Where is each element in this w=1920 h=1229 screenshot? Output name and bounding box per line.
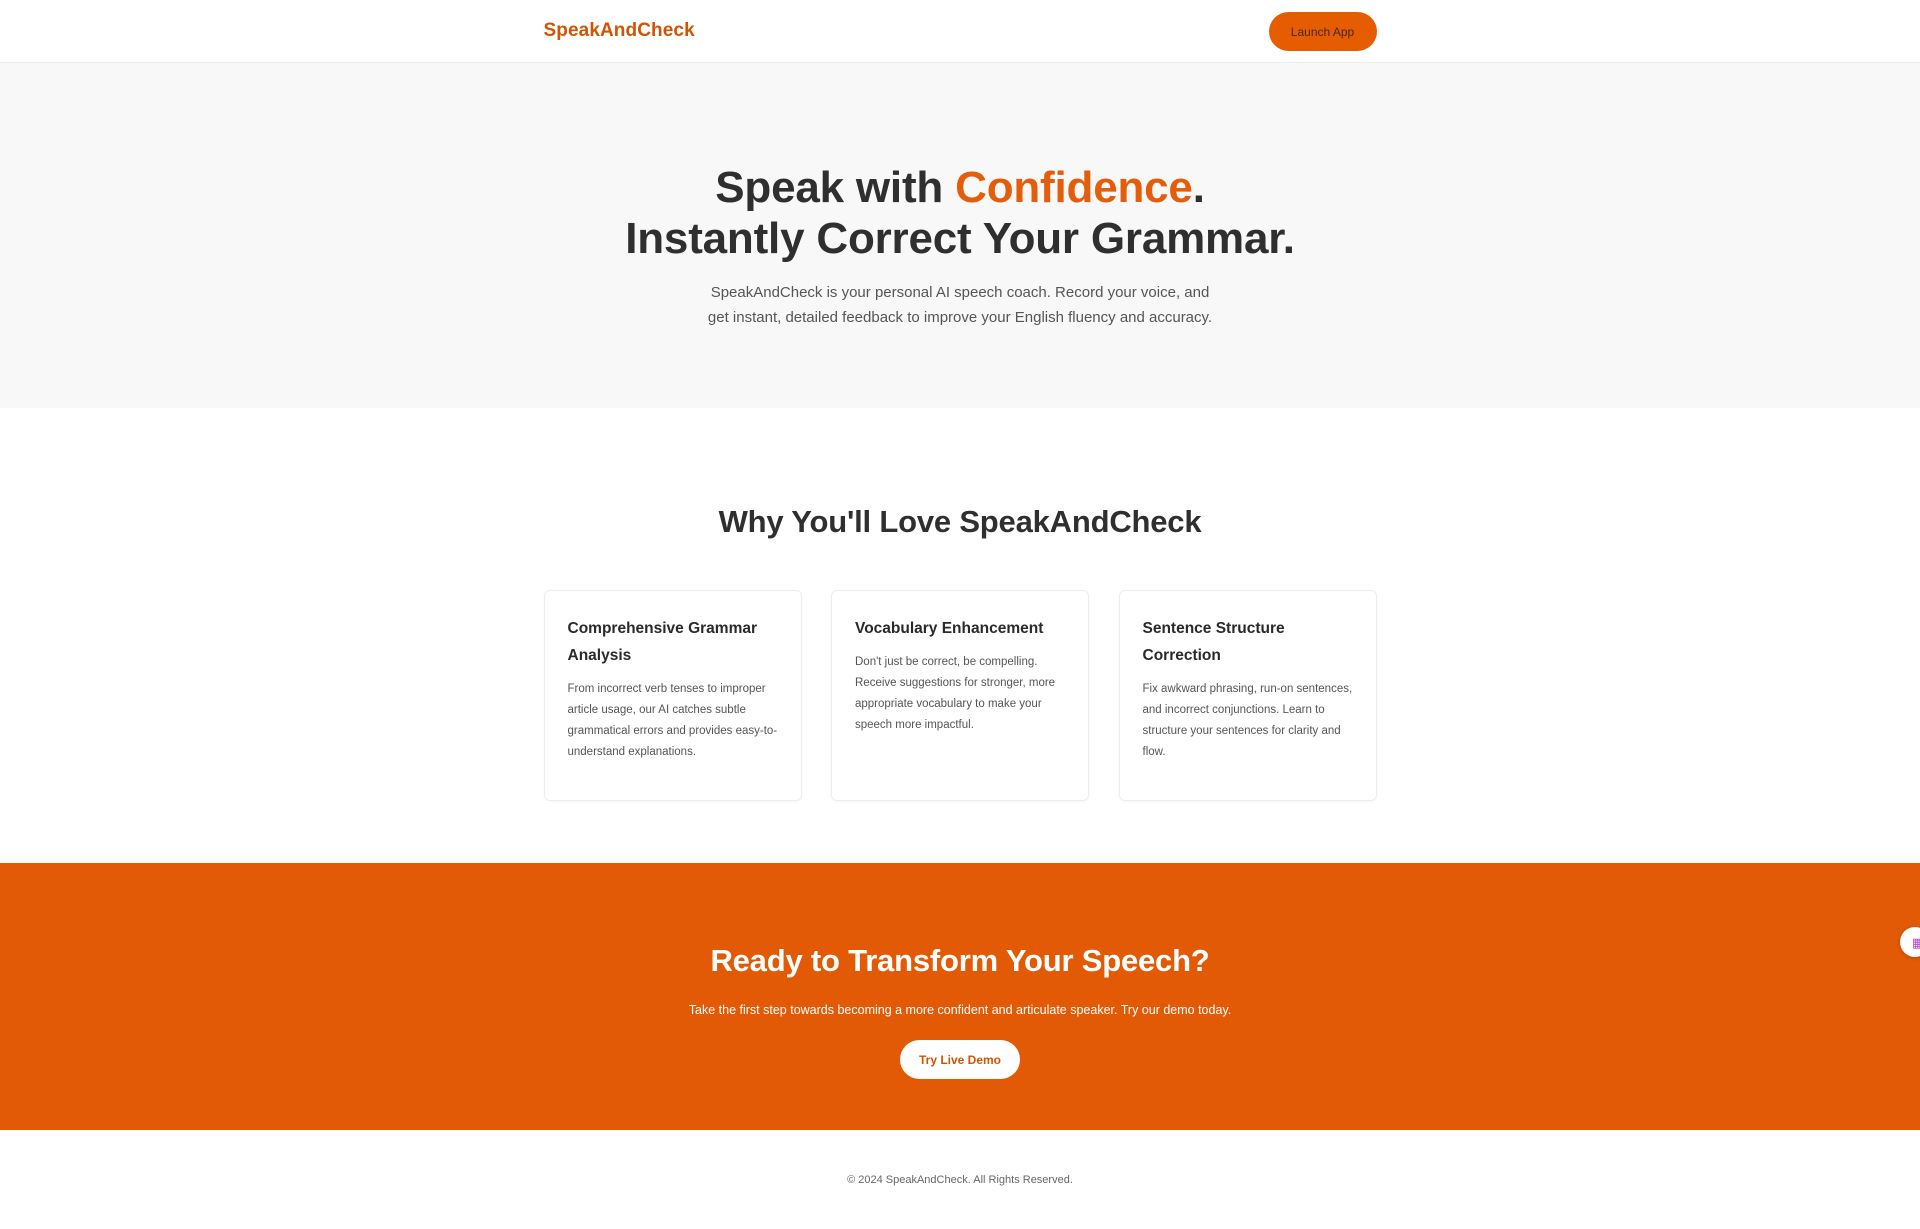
feature-card-text: Fix awkward phrasing, run-on sentences, … <box>1142 683 1353 758</box>
feature-card-text: Don't just be correct, be compelling. Re… <box>855 656 1056 731</box>
cta-heading: Ready to Transform Your Speech? <box>710 943 1210 978</box>
feature-cards: Comprehensive Grammar Analysis From inco… <box>543 590 1377 801</box>
feature-card-title: Vocabulary Enhancement <box>855 620 1044 637</box>
hero-section: Speak with Confidence. Instantly Correct… <box>0 63 1920 408</box>
header-container: SpeakAndCheck Launch App <box>544 0 1377 62</box>
feature-card-title: Sentence Structure Correction <box>1142 620 1285 664</box>
hero-title-part2: . <box>1192 163 1205 212</box>
site-header: SpeakAndCheck Launch App <box>0 0 1920 63</box>
grid-icon: ▦ <box>1912 935 1920 950</box>
features-heading: Why You'll Love SpeakAndCheck <box>718 504 1202 539</box>
feature-card-text: From incorrect verb tenses to improper a… <box>567 683 778 758</box>
feature-card-grammar: Comprehensive Grammar Analysis From inco… <box>543 590 802 801</box>
hero-title: Speak with Confidence. Instantly Correct… <box>0 162 1920 264</box>
logo-link[interactable]: SpeakAndCheck <box>544 20 695 42</box>
feature-card-title: Comprehensive Grammar Analysis <box>567 620 758 664</box>
launch-app-button[interactable]: Launch App <box>1268 12 1377 51</box>
feature-card-vocabulary: Vocabulary Enhancement Don't just be cor… <box>831 590 1089 801</box>
hero-title-line2: Instantly Correct Your Grammar. <box>625 214 1295 263</box>
footer-copyright: © 2024 SpeakAndCheck. All Rights Reserve… <box>847 1174 1073 1186</box>
cta-section: Ready to Transform Your Speech? Take the… <box>0 863 1920 1130</box>
hero-title-part1: Speak with <box>715 163 956 212</box>
site-footer: © 2024 SpeakAndCheck. All Rights Reserve… <box>0 1130 1920 1228</box>
try-live-demo-button[interactable]: Try Live Demo <box>900 1040 1020 1079</box>
cta-text: Take the first step towards becoming a m… <box>688 1003 1232 1017</box>
hero-subtitle: SpeakAndCheck is your personal AI speech… <box>707 284 1213 326</box>
feature-card-sentence: Sentence Structure Correction Fix awkwar… <box>1118 590 1377 801</box>
hero-title-accent: Confidence <box>955 163 1193 212</box>
features-section: Why You'll Love SpeakAndCheck Comprehens… <box>0 408 1920 863</box>
